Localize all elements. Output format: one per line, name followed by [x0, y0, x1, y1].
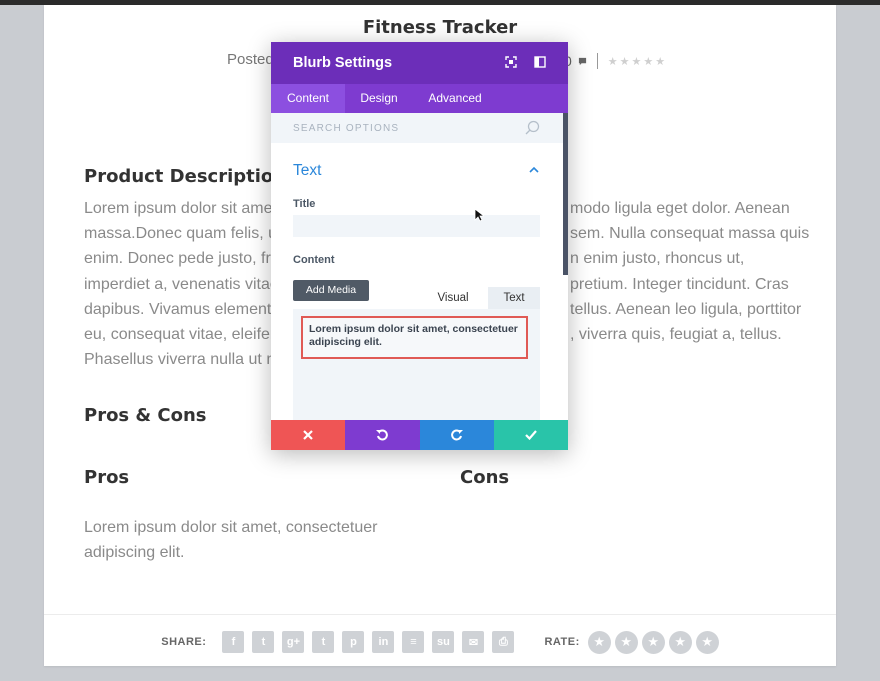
tab-advanced[interactable]: Advanced	[419, 84, 491, 113]
fullscreen-icon[interactable]	[504, 55, 518, 69]
linkedin-icon[interactable]: in	[372, 631, 395, 653]
pros-heading: Pros	[84, 467, 130, 488]
star-icon: ★	[619, 55, 630, 68]
comment-icon	[578, 57, 586, 65]
modal-footer	[271, 420, 568, 450]
product-description-heading: Product Description	[84, 166, 287, 187]
undo-icon	[376, 429, 389, 441]
search-icon[interactable]	[524, 120, 540, 136]
description-line: tellus. Aenean leo ligula, porttitor	[570, 300, 802, 318]
pros-text: Lorem ipsum dolor sit amet, consectetuer…	[84, 515, 404, 565]
editor-tab-visual[interactable]: Visual	[423, 287, 483, 309]
star-icon: ★	[607, 55, 618, 68]
description-right: modo ligula eget dolor. Aenean sem. Null…	[570, 196, 810, 347]
modal-title: Blurb Settings	[293, 55, 393, 71]
scrollbar-thumb[interactable]	[563, 113, 568, 275]
undo-button[interactable]	[345, 420, 420, 450]
save-button[interactable]	[493, 420, 568, 450]
pros-cons-heading: Pros & Cons	[84, 405, 207, 426]
rate-star-icon[interactable]: ★	[641, 630, 665, 654]
description-line: modo ligula eget dolor. Aenean	[570, 200, 790, 217]
tab-design[interactable]: Design	[349, 84, 409, 113]
post-meta-right: 0 ★ ★ ★ ★ ★	[564, 51, 665, 71]
meta-divider	[596, 53, 598, 69]
star-icon: ★	[643, 55, 654, 68]
print-icon[interactable]: ⎙	[492, 631, 515, 653]
post-title: Fitness Tracker	[362, 17, 518, 38]
pros-line: Lorem ipsum dolor sit amet, consectetuer	[84, 519, 378, 536]
text-section-toggle[interactable]: Text	[293, 162, 321, 180]
search-options-input[interactable]	[271, 113, 543, 143]
rate-star-icon[interactable]: ★	[668, 630, 692, 654]
description-line: sem. Nulla consequat massa quis	[570, 225, 810, 243]
description-line: n enim justo, rhoncus ut,	[570, 250, 745, 268]
rate-stars: ★ ★ ★ ★ ★	[587, 630, 719, 654]
tab-content[interactable]: Content	[271, 84, 345, 113]
share-icons: f t g+ t p in ≡ su ✉ ⎙	[222, 631, 515, 653]
pinterest-icon[interactable]: p	[342, 631, 365, 653]
redo-icon	[450, 429, 463, 441]
close-icon	[303, 430, 313, 440]
rate-label: RATE:	[544, 636, 580, 648]
divider	[44, 614, 836, 615]
chevron-up-icon[interactable]	[528, 164, 540, 176]
twitter-icon[interactable]: t	[252, 631, 275, 653]
content-editor-text[interactable]: Lorem ipsum dolor sit amet, consectetuer…	[301, 316, 528, 359]
share-bar: SHARE: f t g+ t p in ≡ su ✉ ⎙ RATE: ★ ★ …	[44, 627, 836, 657]
description-line: , viverra quis, feugiat a, tellus.	[570, 326, 782, 344]
star-icon: ★	[631, 55, 642, 68]
share-label: SHARE:	[161, 636, 207, 648]
email-icon[interactable]: ✉	[462, 631, 485, 653]
pros-line: adipiscing elit.	[84, 544, 185, 562]
tumblr-icon[interactable]: t	[312, 631, 335, 653]
redo-button[interactable]	[419, 420, 494, 450]
cancel-button[interactable]	[271, 420, 346, 450]
cons-heading: Cons	[460, 467, 510, 488]
post-meta: Posted	[227, 51, 274, 68]
description-line: pretium. Integer tincidunt. Cras	[570, 275, 789, 293]
rate-star-icon[interactable]: ★	[614, 630, 638, 654]
search-row	[271, 113, 563, 143]
stumbleupon-icon[interactable]: su	[432, 631, 455, 653]
star-icon: ★	[655, 55, 666, 68]
facebook-icon[interactable]: f	[222, 631, 245, 653]
buffer-icon[interactable]: ≡	[402, 631, 425, 653]
add-media-button[interactable]: Add Media	[293, 280, 369, 301]
title-label: Title	[293, 198, 316, 210]
content-label: Content	[293, 254, 335, 266]
rate-star-icon[interactable]: ★	[587, 630, 611, 654]
google-plus-icon[interactable]: g+	[282, 631, 305, 653]
sidebar-toggle-icon[interactable]	[533, 55, 547, 69]
modal-header: Blurb Settings	[271, 42, 568, 84]
mouse-cursor-icon	[474, 208, 484, 222]
title-field[interactable]	[293, 215, 540, 237]
modal-tabs: Content Design Advanced	[271, 84, 568, 113]
blurb-settings-modal: Blurb Settings Content Design Advanced T…	[271, 42, 568, 450]
checkmark-icon	[525, 430, 537, 440]
editor-tab-text[interactable]: Text	[488, 287, 540, 309]
rate-star-icon[interactable]: ★	[695, 630, 719, 654]
rating-stars: ★ ★ ★ ★ ★	[608, 55, 665, 68]
